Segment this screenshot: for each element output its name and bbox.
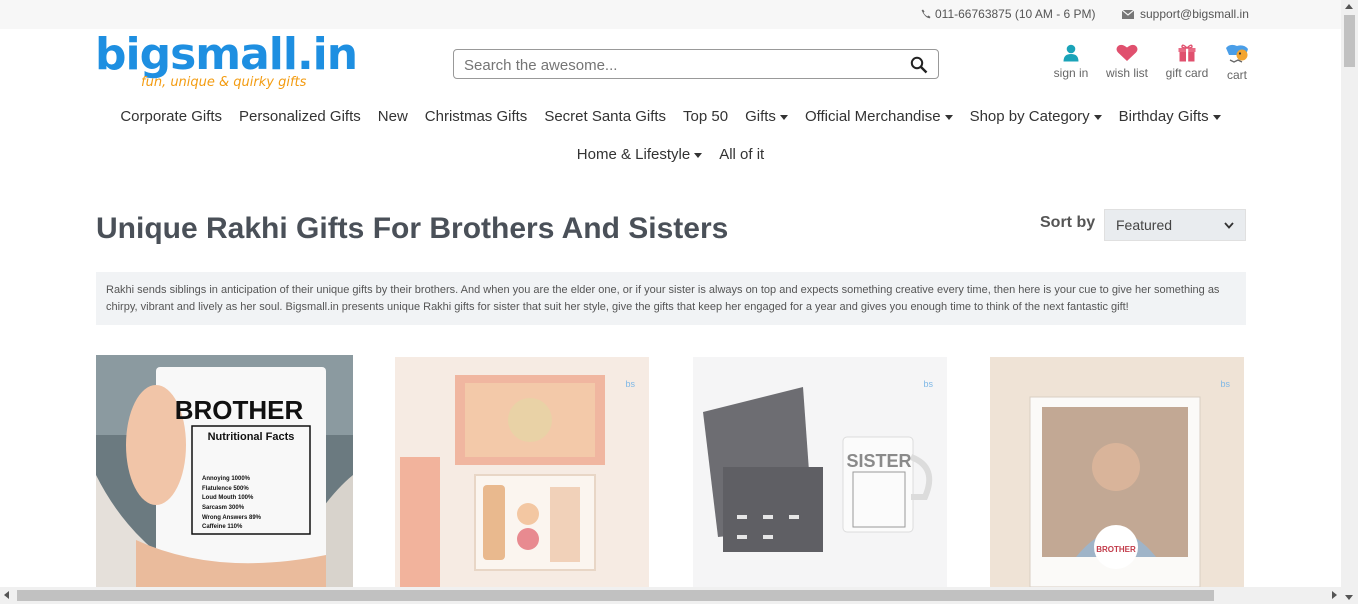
nav-top-50[interactable]: Top 50 bbox=[683, 108, 728, 125]
mug-fact-row: Sarcasm 300% bbox=[202, 505, 245, 511]
email-text: support@bigsmall.in bbox=[1140, 7, 1249, 21]
nav-gifts[interactable]: Gifts bbox=[745, 108, 788, 125]
sort-label: Sort by bbox=[1040, 214, 1096, 231]
wishlist-link[interactable]: wish list bbox=[1104, 44, 1150, 80]
signin-link[interactable]: sign in bbox=[1053, 44, 1089, 80]
sort-selected-value: Featured bbox=[1116, 217, 1173, 233]
mug-fact-row: Caffeine 110% bbox=[202, 524, 243, 530]
nav-label: Gifts bbox=[745, 108, 776, 125]
nav-label: New bbox=[377, 108, 408, 125]
horizontal-scrollbar[interactable] bbox=[0, 587, 1341, 604]
mail-icon bbox=[1122, 9, 1134, 19]
nav-label: Birthday Gifts bbox=[1118, 108, 1209, 125]
nav-label: Home & Lifestyle bbox=[576, 146, 691, 163]
giftcard-label: gift card bbox=[1165, 66, 1209, 80]
search-box bbox=[453, 49, 939, 79]
search-input[interactable] bbox=[464, 55, 894, 75]
nav-all-of-it[interactable]: All of it bbox=[719, 146, 764, 163]
signin-label: sign in bbox=[1053, 66, 1089, 80]
nav-label: Personalized Gifts bbox=[239, 108, 361, 125]
wishlist-label: wish list bbox=[1105, 66, 1148, 80]
nav-christmas-gifts[interactable]: Christmas Gifts bbox=[425, 108, 528, 125]
frame-brother-text: BROTHER bbox=[1096, 545, 1136, 554]
caret-down-icon bbox=[944, 114, 953, 120]
email-contact[interactable]: support@bigsmall.in bbox=[1122, 7, 1249, 21]
nav-official-merchandise[interactable]: Official Merchandise bbox=[805, 108, 953, 125]
cart-label: cart bbox=[1226, 68, 1247, 82]
nav-label: Corporate Gifts bbox=[120, 108, 223, 125]
mug-fact-row: Loud Mouth 100% bbox=[202, 495, 254, 501]
scroll-down-icon[interactable] bbox=[1345, 595, 1353, 600]
nav-label: All of it bbox=[719, 146, 765, 163]
phone-icon bbox=[921, 9, 931, 19]
chevron-down-icon bbox=[1224, 221, 1234, 229]
search-icon[interactable] bbox=[910, 56, 928, 74]
nav-home-lifestyle[interactable]: Home & Lifestyle bbox=[576, 146, 703, 163]
nav-label: Top 50 bbox=[683, 108, 729, 125]
site-logo[interactable]: bigsmall.in fun, unique & quirky gifts bbox=[95, 29, 358, 91]
product-card[interactable]: BROTHER Nutritional Facts Annoying 1000%… bbox=[96, 355, 353, 587]
nav-shop-by-category[interactable]: Shop by Category bbox=[970, 108, 1102, 125]
nav-new[interactable]: New bbox=[378, 108, 408, 125]
brand-watermark-icon: bs bbox=[1220, 379, 1230, 389]
nav-corporate-gifts[interactable]: Corporate Gifts bbox=[120, 108, 222, 125]
mug-brother-text: BROTHER bbox=[175, 395, 304, 425]
horizontal-scroll-thumb[interactable] bbox=[17, 590, 1214, 601]
user-icon bbox=[1063, 44, 1079, 62]
sort-select[interactable]: Featured bbox=[1104, 209, 1246, 241]
phone-contact[interactable]: 011-66763875 (10 AM - 6 PM) bbox=[921, 7, 1096, 21]
nav-label: Christmas Gifts bbox=[424, 108, 528, 125]
nav-label: Official Merchandise bbox=[804, 108, 941, 125]
scroll-right-icon[interactable] bbox=[1332, 591, 1337, 599]
caret-down-icon bbox=[779, 114, 788, 120]
product-card[interactable]: BROTHER bs bbox=[990, 357, 1244, 587]
cart-icon bbox=[1226, 44, 1248, 63]
mug-sister-text: SISTER bbox=[846, 451, 911, 471]
brand-watermark-icon: bs bbox=[625, 379, 635, 389]
giftcard-link[interactable]: gift card bbox=[1164, 44, 1210, 80]
product-card[interactable]: bs bbox=[395, 357, 649, 587]
scroll-up-icon[interactable] bbox=[1345, 4, 1353, 9]
gift-icon bbox=[1178, 44, 1196, 62]
nav-birthday-gifts[interactable]: Birthday Gifts bbox=[1119, 108, 1221, 125]
mug-fact-row: Flatulence 500% bbox=[202, 486, 249, 492]
category-description: Rakhi sends siblings in anticipation of … bbox=[96, 272, 1246, 325]
nav-label: Secret Santa Gifts bbox=[544, 108, 667, 125]
mug-fact-row: Annoying 1000% bbox=[202, 476, 251, 482]
top-contact-bar: 011-66763875 (10 AM - 6 PM) support@bigs… bbox=[0, 0, 1341, 29]
logo-wordmark: bigsmall.in bbox=[95, 29, 358, 80]
page-title: Unique Rakhi Gifts For Brothers And Sist… bbox=[96, 212, 729, 245]
main-nav-row-1: Corporate Gifts Personalized Gifts New C… bbox=[0, 108, 1341, 125]
caret-down-icon bbox=[1093, 114, 1102, 120]
heart-icon bbox=[1116, 44, 1138, 61]
product-image-brother-frame[interactable]: BROTHER bs bbox=[990, 357, 1244, 587]
scroll-left-icon[interactable] bbox=[4, 591, 9, 599]
product-image-brother-mug[interactable]: BROTHER Nutritional Facts Annoying 1000%… bbox=[96, 355, 353, 587]
nav-secret-santa-gifts[interactable]: Secret Santa Gifts bbox=[544, 108, 666, 125]
nav-personalized-gifts[interactable]: Personalized Gifts bbox=[239, 108, 361, 125]
caret-down-icon bbox=[694, 152, 703, 158]
nav-label: Shop by Category bbox=[969, 108, 1090, 125]
product-image-rakhi-box[interactable]: bs bbox=[395, 357, 649, 587]
mug-fact-row: Wrong Answers 89% bbox=[202, 515, 262, 521]
phone-text: 011-66763875 (10 AM - 6 PM) bbox=[935, 7, 1096, 21]
main-nav-row-2: Home & Lifestyle All of it bbox=[0, 146, 1341, 163]
product-card[interactable]: SISTER bs bbox=[693, 357, 947, 587]
vertical-scrollbar[interactable] bbox=[1341, 0, 1358, 604]
cart-link[interactable]: cart bbox=[1222, 44, 1252, 82]
brand-watermark-icon: bs bbox=[923, 379, 933, 389]
vertical-scroll-thumb[interactable] bbox=[1344, 15, 1355, 67]
product-image-sister-mug-box[interactable]: SISTER bs bbox=[693, 357, 947, 587]
mug-facts-title: Nutritional Facts bbox=[208, 431, 295, 443]
caret-down-icon bbox=[1212, 114, 1221, 120]
